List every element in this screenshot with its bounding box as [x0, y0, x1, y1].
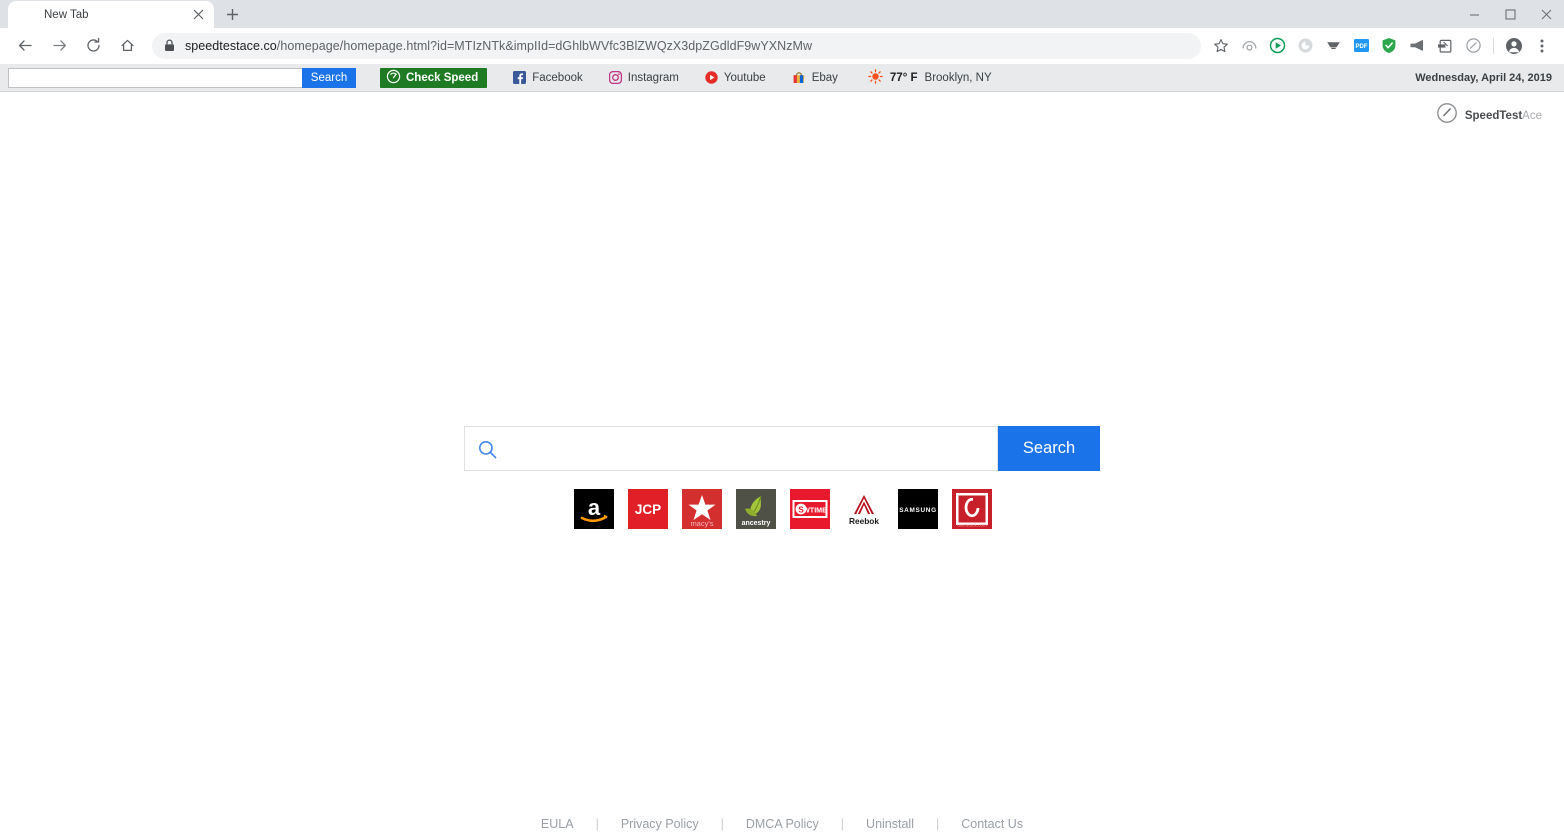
logo-light-text: Ace: [1522, 109, 1542, 122]
sun-icon: [868, 68, 883, 87]
chrome-menu-icon[interactable]: [1529, 33, 1555, 59]
tile-macys[interactable]: macy's: [682, 489, 722, 529]
url-path: /homepage/homepage.html?id=MTIzNTk&impII…: [276, 38, 813, 53]
youtube-icon: [705, 71, 718, 84]
footer-link-eula[interactable]: EULA: [541, 817, 574, 831]
toolbar-link-label: Instagram: [627, 71, 679, 84]
footer-separator: |: [595, 817, 599, 831]
footer-link-privacy-policy[interactable]: Privacy Policy: [621, 817, 699, 831]
toolbar-divider: [1493, 37, 1494, 54]
new-tab-button[interactable]: [218, 0, 246, 28]
toolbar-date: Wednesday, April 24, 2019: [1415, 71, 1552, 84]
svg-text:JCP: JCP: [635, 502, 661, 517]
bookmark-star-icon[interactable]: [1208, 33, 1234, 59]
logo-text: SpeedTestAce: [1465, 110, 1542, 122]
tile-showtime[interactable]: S WTIME: [790, 489, 830, 529]
toolbar-search-group: Search: [8, 67, 356, 88]
screen-extension-icon[interactable]: [1320, 33, 1346, 59]
toolbar-search-button[interactable]: Search: [302, 67, 356, 88]
tile-overstock[interactable]: overstock.com: [952, 489, 992, 529]
lock-icon: [164, 39, 175, 52]
shield-extension-icon[interactable]: [1376, 33, 1402, 59]
svg-text:PDF: PDF: [1355, 44, 1367, 50]
profile-avatar-icon[interactable]: [1501, 33, 1527, 59]
url-host: speedtestace.co: [185, 38, 277, 53]
svg-text:a: a: [588, 495, 601, 520]
window-controls: [1456, 0, 1564, 28]
svg-text:Reebok: Reebok: [849, 516, 879, 526]
maximize-button[interactable]: [1492, 0, 1528, 28]
shortcut-tiles: a JCP macy's ancestry S WTIME Reebok SAM…: [464, 489, 1100, 529]
weather-temperature: 77° F: [889, 71, 918, 84]
toolbar-link-instagram[interactable]: Instagram: [608, 71, 679, 84]
reload-icon[interactable]: [79, 32, 107, 60]
main-search-input[interactable]: [465, 427, 997, 470]
tile-samsung[interactable]: SAMSUNG: [898, 489, 938, 529]
ebay-icon: [792, 71, 806, 84]
facebook-icon: [513, 71, 527, 84]
omnibox-icon-group: PDF: [1207, 33, 1556, 59]
play-extension-icon[interactable]: [1264, 33, 1290, 59]
footer-separator: |: [840, 817, 845, 831]
tab-new-tab[interactable]: New Tab: [8, 1, 214, 28]
home-icon[interactable]: [113, 32, 141, 60]
toolbar-search-input[interactable]: [8, 67, 302, 88]
svg-text:macy's: macy's: [690, 519, 713, 528]
history-extension-icon[interactable]: [1236, 33, 1262, 59]
tab-strip: New Tab: [0, 0, 1564, 28]
back-icon[interactable]: [11, 32, 39, 60]
clipper-extension-icon[interactable]: [1432, 33, 1458, 59]
omnibox-toolbar: speedtestace.co/homepage/homepage.html?i…: [0, 28, 1564, 64]
toolbar-link-youtube[interactable]: Youtube: [705, 71, 766, 84]
speedtestace-toolbar: Search Check Speed Facebook Instagram Yo: [0, 64, 1564, 92]
toolbar-link-label: Ebay: [811, 71, 838, 84]
svg-text:ancestry: ancestry: [742, 520, 771, 527]
speedtestace-logo: SpeedTestAce: [1436, 102, 1542, 129]
footer-link-contact-us[interactable]: Contact Us: [961, 817, 1023, 831]
minimize-button[interactable]: [1456, 0, 1492, 28]
footer-separator: |: [720, 817, 724, 831]
pdf-extension-icon[interactable]: PDF: [1348, 33, 1374, 59]
toolbar-link-ebay[interactable]: Ebay: [792, 71, 838, 84]
instagram-icon: [608, 71, 622, 84]
tile-jcpenney[interactable]: JCP: [628, 489, 668, 529]
tile-reebok[interactable]: Reebok: [844, 489, 884, 529]
footer-link-dmca-policy[interactable]: DMCA Policy: [746, 817, 819, 831]
check-speed-button[interactable]: Check Speed: [380, 67, 488, 88]
cast-extension-icon[interactable]: [1292, 33, 1318, 59]
page-content: SpeedTestAce Search a JCP macy's ancestr…: [0, 92, 1564, 837]
svg-text:WTIME: WTIME: [803, 505, 827, 514]
main-search-button[interactable]: Search: [998, 426, 1100, 471]
weather-location: Brooklyn, NY: [924, 71, 992, 84]
svg-text:SAMSUNG: SAMSUNG: [899, 507, 937, 514]
speedometer-extension-icon[interactable]: [1460, 33, 1486, 59]
toolbar-link-label: Facebook: [532, 71, 583, 84]
footer-separator: |: [935, 817, 940, 831]
megaphone-extension-icon[interactable]: [1404, 33, 1430, 59]
tile-ancestry[interactable]: ancestry: [736, 489, 776, 529]
main-search-row: Search: [464, 426, 1100, 471]
check-speed-label: Check Speed: [406, 71, 479, 84]
toolbar-link-label: Youtube: [723, 71, 766, 84]
forward-icon[interactable]: [45, 32, 73, 60]
page-footer: EULA | Privacy Policy | DMCA Policy | Un…: [0, 817, 1564, 831]
logo-bold-text: SpeedTest: [1464, 109, 1523, 122]
close-icon[interactable]: [190, 7, 206, 23]
weather-widget[interactable]: 77° F Brooklyn, NY: [868, 68, 992, 87]
main-search-field-wrap[interactable]: [464, 426, 998, 471]
browser-window: New Tab speedtestace.co/homepage/homepag…: [0, 0, 1564, 838]
speedometer-logo-icon: [1436, 102, 1458, 129]
tile-amazon[interactable]: a: [574, 489, 614, 529]
toolbar-link-facebook[interactable]: Facebook: [513, 71, 583, 84]
close-window-button[interactable]: [1528, 0, 1564, 28]
url-bar[interactable]: speedtestace.co/homepage/homepage.html?i…: [152, 32, 1201, 59]
footer-link-uninstall[interactable]: Uninstall: [866, 817, 914, 831]
tab-title: New Tab: [44, 8, 89, 21]
speedometer-icon: [386, 69, 401, 87]
svg-text:overstock.com: overstock.com: [957, 522, 987, 527]
url-text: speedtestace.co/homepage/homepage.html?i…: [185, 39, 812, 53]
search-section: Search a JCP macy's ancestry S WTIME Ree…: [0, 426, 1564, 529]
